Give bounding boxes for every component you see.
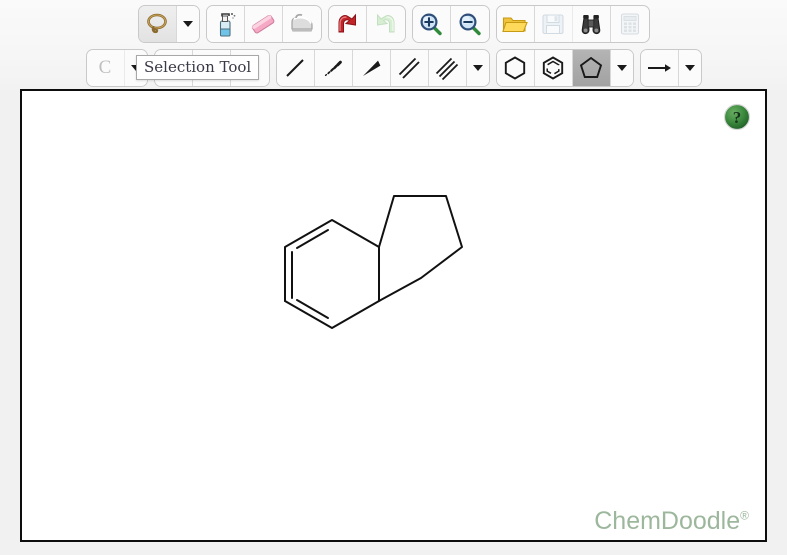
benzene-ring-icon[interactable] (534, 50, 573, 86)
redo-icon[interactable] (366, 6, 405, 42)
edit-group (205, 5, 322, 43)
search-binoculars-icon[interactable] (572, 6, 611, 42)
toolbar-row-2: C (0, 46, 787, 90)
zoom-out-icon[interactable] (450, 6, 489, 42)
carbon-label-text: C (98, 57, 112, 78)
flatten-iron-icon[interactable] (282, 6, 321, 42)
toolbars: C (0, 0, 787, 90)
clean-spray-icon[interactable] (206, 6, 245, 42)
selection-group (137, 5, 200, 43)
toolbar-row-1 (0, 2, 787, 46)
arrow-group (639, 49, 702, 87)
wedge-bond-icon[interactable] (352, 50, 391, 86)
hashed-wedge-bond-icon[interactable] (314, 50, 353, 86)
lasso-select-icon[interactable] (138, 6, 177, 42)
history-group (327, 5, 406, 43)
ring-group (495, 49, 634, 87)
ring-dropdown[interactable] (610, 50, 633, 86)
chemdoodle-watermark: ChemDoodle® (594, 507, 749, 536)
chevron-down-icon (472, 65, 483, 71)
eraser-icon[interactable] (244, 6, 283, 42)
cyclohexane-ring-icon[interactable] (496, 50, 535, 86)
chevron-down-icon (182, 21, 193, 27)
undo-icon[interactable] (328, 6, 367, 42)
tooltip-selection-tool: Selection Tool (136, 55, 260, 80)
sketcher-canvas[interactable]: ? ChemDoodle® (20, 89, 767, 542)
chevron-down-icon (684, 65, 695, 71)
bond-group (275, 49, 490, 87)
cyclopentane-ring-icon[interactable] (572, 50, 611, 86)
arrow-dropdown[interactable] (678, 50, 701, 86)
file-group (495, 5, 650, 43)
reaction-arrow-icon[interactable] (640, 50, 679, 86)
watermark-text: ChemDoodle (594, 507, 741, 535)
triple-bond-icon[interactable] (428, 50, 467, 86)
save-disk-icon[interactable] (534, 6, 573, 42)
indane-molecule (284, 195, 463, 329)
chevron-down-icon (616, 65, 627, 71)
single-bond-icon[interactable] (276, 50, 315, 86)
double-bond-icon[interactable] (390, 50, 429, 86)
calculator-icon[interactable] (610, 6, 649, 42)
carbon-label-icon[interactable]: C (86, 50, 125, 86)
open-folder-icon[interactable] (496, 6, 535, 42)
selection-dropdown[interactable] (176, 6, 199, 42)
zoom-in-icon[interactable] (412, 6, 451, 42)
zoom-group (411, 5, 490, 43)
registered-mark: ® (740, 508, 749, 523)
bond-dropdown[interactable] (466, 50, 489, 86)
